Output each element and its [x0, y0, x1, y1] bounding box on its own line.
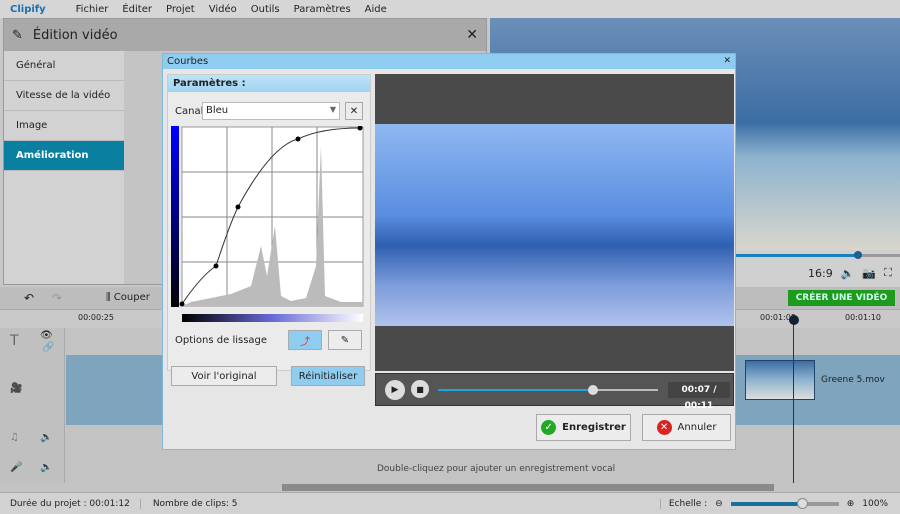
smoothing-label: Options de lissage [175, 335, 268, 346]
stop-button[interactable]: ■ [411, 380, 429, 398]
edit-icon: ✎ [12, 27, 23, 43]
save-label: Enregistrer [562, 422, 626, 433]
time-display: 00:07 / 00:11 [668, 382, 730, 411]
ruler-label: 00:01:10 [845, 313, 881, 322]
preview-image [375, 124, 734, 326]
volume-icon[interactable]: 🔈 [841, 267, 855, 280]
sidebar-item[interactable]: Vitesse de la vidéo [4, 81, 124, 111]
timeline-scrollbar[interactable] [282, 484, 774, 491]
pencil-button[interactable]: ✎ [328, 330, 362, 350]
clip-name: Greene 5.mov [821, 375, 885, 385]
aspect-ratio[interactable]: 16:9 [808, 267, 833, 280]
text-track-icon: T [10, 333, 19, 349]
channel-select[interactable]: Bleu ▼ [202, 102, 340, 120]
zoom-out-icon[interactable]: ⊖ [715, 499, 723, 509]
dialog-title: Courbes [167, 56, 209, 67]
params-panel: Paramètres : Canal Bleu ▼ ✕ Options de li… [167, 74, 371, 371]
menu-item[interactable]: Projet [166, 4, 195, 15]
link-icon[interactable]: 🔗 [42, 342, 54, 353]
dialog-video-preview [375, 74, 734, 371]
fullscreen-icon[interactable]: ⛶ [884, 266, 892, 280]
sidebar-item[interactable]: Image [4, 111, 124, 141]
scale-label: Echelle : [659, 498, 707, 509]
mic-icon: 🎤 [10, 462, 23, 473]
menu-item[interactable]: Aide [365, 4, 387, 15]
menu-item[interactable]: Fichier [76, 4, 109, 15]
cancel-icon: ✕ [656, 420, 672, 435]
dialog-titlebar: Courbes ✕ [163, 54, 735, 69]
reset-button[interactable]: Réinitialiser [291, 366, 365, 386]
edit-sidebar: Général Vitesse de la vidéo Image Améliorat… [4, 51, 124, 284]
check-icon: ✓ [541, 420, 557, 435]
voice-hint: Double-cliquez pour ajouter un enregistr… [377, 464, 616, 474]
cut-button[interactable]: ⫼ Couper [106, 292, 150, 303]
channel-reset-button[interactable]: ✕ [345, 102, 363, 120]
curve-editor[interactable] [171, 126, 365, 309]
cancel-button[interactable]: ✕ Annuler [642, 414, 731, 441]
close-icon[interactable]: ✕ [466, 27, 478, 43]
undo-icon[interactable]: ↶ [24, 291, 34, 305]
menu-bar: Clipify Fichier Éditer Projet Vidéo Outils Pa… [0, 0, 900, 18]
status-bar: Durée du projet : 00:01:12 Nombre de cli… [0, 492, 900, 514]
smooth-curve-button[interactable]: ⤴ [288, 330, 322, 350]
clip-thumbnail[interactable] [745, 360, 815, 400]
voice-volume-icon[interactable]: 🔈 [40, 462, 52, 473]
progress-slider[interactable] [438, 385, 658, 395]
play-button[interactable]: ▶ [385, 380, 405, 400]
camera-icon[interactable]: 📷 [862, 267, 876, 280]
chevron-down-icon: ▼ [329, 105, 336, 114]
cancel-label: Annuler [677, 422, 717, 433]
app-logo: Clipify [10, 3, 46, 15]
zoom-level: 100% [862, 498, 888, 509]
output-gradient [182, 314, 363, 322]
params-header: Paramètres : [168, 75, 370, 92]
scale-slider[interactable] [730, 497, 839, 509]
menu-item[interactable]: Paramètres [294, 4, 351, 15]
music-track-icon: ♫ [10, 432, 19, 443]
channel-gradient-bar [171, 126, 179, 307]
clip-count: Nombre de clips: 5 [152, 498, 238, 509]
redo-icon[interactable]: ↷ [52, 291, 62, 305]
zoom-in-icon[interactable]: ⊕ [847, 499, 855, 509]
player-bar: ▶ ■ 00:07 / 00:11 [375, 373, 734, 411]
project-duration: Durée du projet : 00:01:12 [10, 498, 141, 509]
music-volume-icon[interactable]: 🔈 [40, 432, 52, 443]
ruler-label: 00:00:25 [78, 313, 114, 322]
channel-value: Bleu [206, 105, 229, 116]
curves-dialog: Courbes ✕ Paramètres : Canal Bleu ▼ ✕ Opti… [162, 53, 736, 450]
menu-item[interactable]: Vidéo [209, 4, 237, 15]
video-track-icon: 🎥 [10, 383, 23, 394]
menu-item[interactable]: Éditer [122, 4, 152, 15]
save-button[interactable]: ✓ Enregistrer [536, 414, 631, 441]
dialog-close-icon[interactable]: ✕ [723, 54, 731, 69]
edit-panel-title: Édition vidéo [32, 27, 118, 43]
menu-item[interactable]: Outils [251, 4, 280, 15]
cut-label: Couper [113, 292, 150, 303]
sidebar-item[interactable]: Général [4, 51, 124, 81]
edit-panel-header: ✎ Édition vidéo ✕ [4, 19, 486, 51]
eye-icon[interactable]: 👁 [40, 330, 53, 341]
create-video-button[interactable]: CRÉER UNE VIDÉO [788, 290, 895, 306]
channel-label: Canal [175, 106, 204, 117]
playhead[interactable] [793, 315, 794, 483]
menu: Fichier Éditer Projet Vidéo Outils Paramètres… [76, 4, 401, 15]
sidebar-item[interactable]: Amélioration [4, 141, 124, 171]
view-original-button[interactable]: Voir l'original [171, 366, 277, 386]
